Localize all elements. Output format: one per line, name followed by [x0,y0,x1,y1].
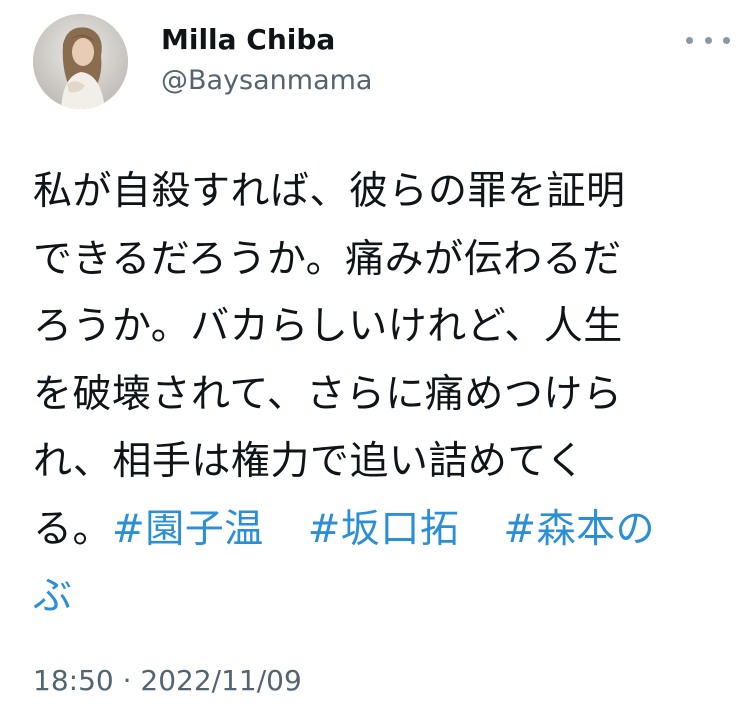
tweet-text-line: を破壊されて、さらに痛めつけら [33,371,623,417]
hashtag-link-continuation[interactable]: ぶ [33,574,73,619]
more-horizontal-icon [686,36,693,44]
tweet-text-line: ぶ [33,563,723,631]
tweet-text-fragment: る。 [33,506,113,552]
tweet-text-line-with-hashtags: る。#園子温 #坂口拓 #森本の [33,496,723,564]
tweet-text-line: れ、相手は権力で追い詰めてく [33,439,586,484]
avatar[interactable] [33,14,128,109]
user-handle[interactable]: @Baysanmama [161,64,372,98]
hashtag-link[interactable]: #森本の [503,507,655,552]
more-horizontal-icon-dot [704,36,712,44]
more-horizontal-icon-dot [723,36,730,44]
tweet-text-line: ろうか。バカらしいけれど、人生 [33,304,623,349]
avatar-photo [33,14,128,109]
hashtag-link[interactable]: #園子温 [112,507,264,552]
hashtag-link[interactable]: #坂口拓 [308,507,460,552]
tweet-timestamp[interactable]: 18:50 · 2022/11/09 [33,663,302,699]
tweet-text: 私が自殺すれば、彼らの罪を証明 できるだろうか。痛みが伝わるだ ろうか。バカらし… [33,158,723,631]
tweet-text-line: できるだろうか。痛みが伝わるだ [33,236,622,282]
tweet-text-line: 私が自殺すれば、彼らの罪を証明 [33,169,626,214]
more-options-button[interactable] [686,28,730,52]
display-name[interactable]: Milla Chiba [161,22,335,58]
